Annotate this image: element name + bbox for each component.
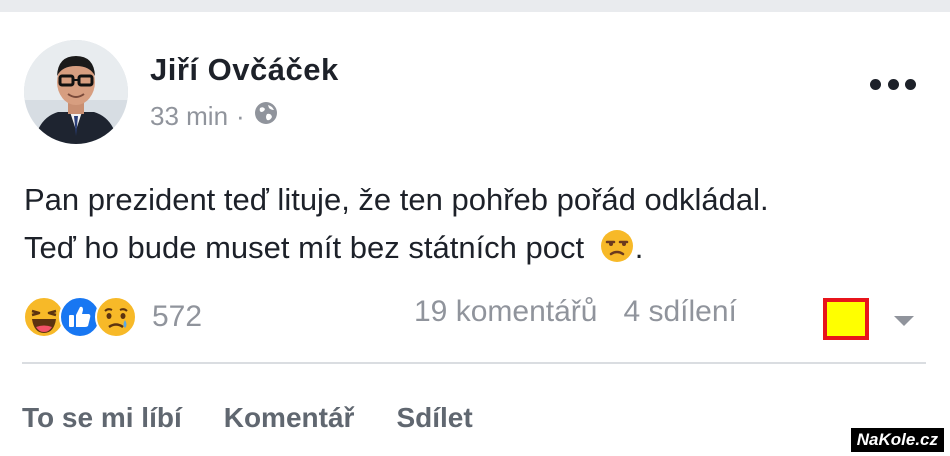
comments-count[interactable]: 19 komentářů [414, 295, 597, 329]
author-name[interactable]: Jiří Ovčáček [150, 52, 339, 88]
post-text-line-2: Teď ho bude muset mít bez státních poct … [24, 224, 934, 278]
more-dot-icon [870, 78, 881, 90]
shares-count[interactable]: 4 sdílení [623, 295, 736, 329]
reaction-count: 572 [152, 300, 203, 333]
like-button[interactable]: To se mi líbí [22, 402, 182, 434]
more-dot-icon [905, 78, 916, 90]
chevron-down-icon[interactable] [892, 314, 916, 333]
meta-separator: · [236, 101, 245, 131]
divider [22, 362, 926, 364]
watermark: NaKole.cz [850, 428, 944, 452]
more-dot-icon [887, 78, 899, 90]
sad-icon [94, 295, 138, 339]
highlight-box [823, 298, 869, 340]
post-stats: 19 komentářů 4 sdílení [414, 295, 737, 329]
post-text-line: Pan prezident teď lituje, že ten pohřeb … [24, 182, 769, 217]
avatar[interactable] [24, 40, 128, 144]
post-timestamp[interactable]: 33 min [150, 101, 228, 132]
comment-button[interactable]: Komentář [224, 402, 355, 434]
more-options-button[interactable] [870, 74, 916, 94]
globe-icon[interactable] [253, 100, 279, 133]
post-meta: 33 min · [150, 100, 279, 133]
unamused-emoji-icon [599, 228, 635, 278]
post-actions: To se mi líbí Komentář Sdílet [22, 402, 515, 434]
share-button[interactable]: Sdílet [396, 402, 472, 434]
post-card: Jiří Ovčáček 33 min · Pan prezident teď … [0, 12, 950, 456]
reactions-summary[interactable]: 572 [22, 292, 202, 342]
post-text: Pan prezident teď lituje, že ten pohřeb … [24, 176, 934, 278]
